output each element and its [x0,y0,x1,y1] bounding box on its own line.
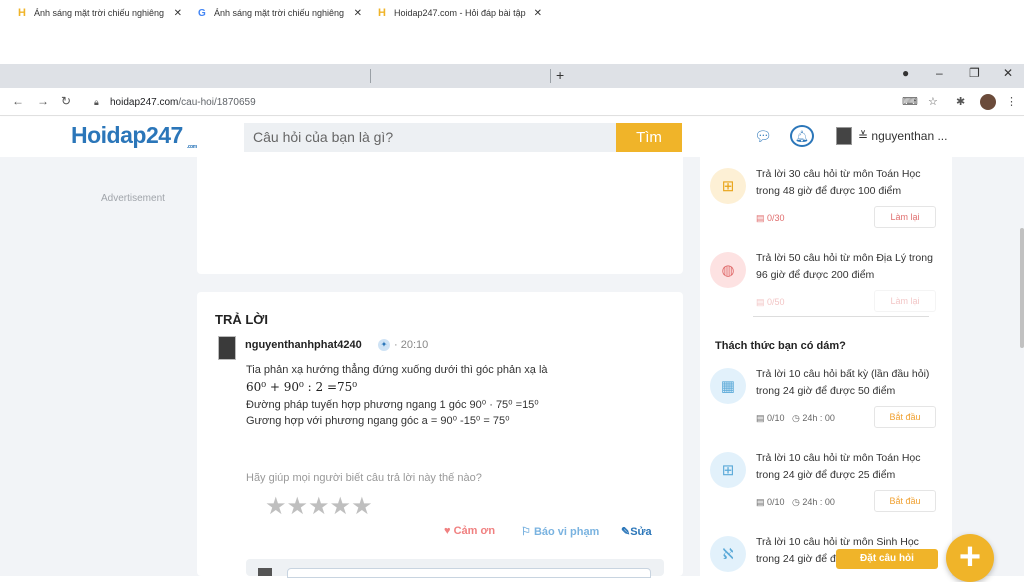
translate-icon[interactable]: ⌨ [902,95,918,108]
globe-icon: ◍ [710,252,746,288]
answer-line: 60⁰ + 90⁰ : 2 =75⁰ [246,380,358,394]
forward-icon[interactable]: → [37,94,49,108]
ad-label: Advertisement [101,193,165,204]
redo-button[interactable]: Làm lại [874,206,936,228]
ask-question-label[interactable]: Đặt câu hỏi [836,549,938,569]
bookmark-star-icon[interactable]: ☆ [928,95,938,108]
extensions-icon[interactable]: ✱ [956,95,965,108]
answer-author-avatar[interactable] [218,336,236,360]
grid-icon: ▦ [710,368,746,404]
answer-card [197,292,683,576]
dna-icon: ℵ [710,536,746,572]
tab-3[interactable]: H Hoidap247.com - Hỏi đáp bài tập ✕ [372,2,548,24]
reload-icon[interactable]: ↻ [61,94,71,108]
scrollbar-track[interactable] [1014,157,1024,576]
search-button[interactable]: Tìm [616,123,682,152]
task-progress: ▤ 0/50 [756,297,785,307]
close-window-icon[interactable]: ✕ [1003,66,1013,80]
edit-button[interactable]: ✎Sửa [621,525,652,538]
star-icon[interactable]: ★ [287,493,309,520]
tab-separator [550,69,551,83]
task-item: ◍ Trả lời 50 câu hỏi từ môn Địa Lý trong… [710,250,946,316]
rating-prompt: Hãy giúp mọi người biết câu trả lời này … [246,472,482,484]
verified-badge-icon: ✦ [378,339,390,351]
ad-card [197,157,683,274]
comment-input[interactable] [287,568,651,578]
close-tab-icon[interactable]: ✕ [354,8,362,19]
close-tab-icon[interactable]: ✕ [534,8,542,19]
sidebar-divider [753,316,929,317]
answer-author-name[interactable]: nguyenthanhphat4240 [245,339,362,351]
back-icon[interactable]: ← [12,94,24,108]
challenge-item: ⊞ Trả lời 10 câu hỏi từ môn Toán Học tro… [710,450,946,520]
bell-icon[interactable]: 🔔︎ [790,125,814,147]
rating-stars[interactable]: ★★★★★ [265,492,373,521]
ask-question-button[interactable]: + [946,534,994,582]
lock-icon[interactable]: 🔒︎ [94,97,99,108]
url-field[interactable]: hoidap247.com/cau-hoi/1870659 [110,97,256,108]
hoidap-h-icon: H [18,6,26,19]
answer-time: · 20:10 [394,339,429,351]
start-button[interactable]: Bắt đầu [874,406,936,428]
answer-line: Gương hợp với phương ngang góc a = 90⁰ -… [246,415,510,427]
challenge-meta: ▤ 0/10 ◷ 24h : 00 [756,413,835,423]
search-input[interactable]: Câu hỏi của bạn là gì? [244,123,616,152]
scrollbar-thumb[interactable] [1020,228,1024,348]
user-avatar[interactable] [836,127,852,145]
star-icon[interactable]: ★ [351,493,373,520]
redo-button[interactable]: Làm lại [874,290,936,312]
hoidap-h-icon: H [378,6,386,19]
tab-strip [0,64,1024,88]
record-icon[interactable]: ● [902,66,909,80]
star-icon[interactable]: ★ [330,493,352,520]
challenge-meta: ▤ 0/10 ◷ 24h : 00 [756,497,835,507]
start-button[interactable]: Bắt đầu [874,490,936,512]
answer-line: Tia phản xạ hướng thẳng đứng xuống dưới … [246,364,548,376]
task-item: ⊞ Trả lời 30 câu hỏi từ môn Toán Học tro… [710,166,946,236]
math-icon: ⊞ [710,452,746,488]
math-icon: ⊞ [710,168,746,204]
menu-kebab-icon[interactable]: ⋮ [1006,95,1017,108]
new-tab-icon[interactable]: + [556,67,564,83]
tab-separator [370,69,371,83]
chat-icon[interactable]: 💬︎ [752,125,774,147]
answer-line: Đường pháp tuyến hợp phương ngang 1 góc … [246,399,539,411]
google-g-icon: G [198,7,206,19]
report-button[interactable]: ⚐ Báo vi phạm [521,525,599,538]
challenge-item: ▦ Trả lời 10 câu hỏi bất kỳ (lần đầu hỏi… [710,366,946,436]
star-icon[interactable]: ★ [265,493,287,520]
challenge-title: Thách thức bạn có dám? [715,340,846,352]
thanks-button[interactable]: ♥ Cảm ơn [444,525,495,537]
flag-icon: ⚐ [521,526,531,538]
tab-2[interactable]: G Ánh sáng mặt trời chiếu nghiêng ✕ [192,2,368,24]
user-menu[interactable]: ≚ nguyenthan ... [858,129,947,143]
task-progress: ▤ 0/30 [756,213,785,223]
comment-avatar [258,568,272,576]
close-tab-icon[interactable]: ✕ [174,8,182,19]
heart-icon: ♥ [444,525,451,537]
site-logo[interactable]: Hoidap247 .com [71,122,197,150]
restore-icon[interactable]: ❐ [969,66,980,80]
star-icon[interactable]: ★ [308,493,330,520]
pencil-icon: ✎ [621,526,631,538]
answer-section-title: TRẢ LỜI [215,312,268,327]
tab-1[interactable]: H Ánh sáng mặt trời chiếu nghiêng ✕ [12,2,188,24]
profile-avatar[interactable] [980,94,996,110]
plus-icon: + [958,536,982,578]
minimize-icon[interactable]: – [936,66,943,80]
